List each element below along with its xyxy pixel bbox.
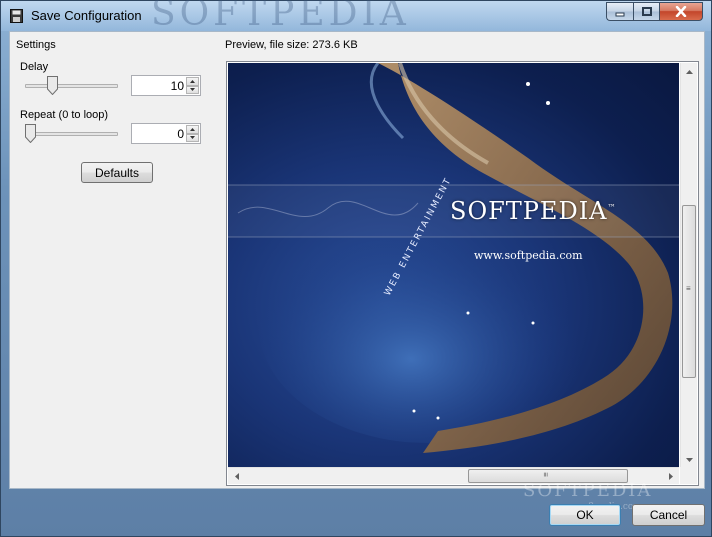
delay-spin-buttons xyxy=(186,77,199,94)
repeat-increment-button[interactable] xyxy=(186,125,199,134)
grip-icon: ≡ xyxy=(686,284,691,293)
minimize-button[interactable] xyxy=(606,2,633,21)
repeat-label: Repeat (0 to loop) xyxy=(20,109,109,121)
delay-slider-thumb[interactable] xyxy=(47,76,58,95)
settings-group-label: Settings xyxy=(16,39,56,51)
minimize-icon xyxy=(615,12,625,16)
close-icon xyxy=(675,6,687,17)
chevron-up-icon xyxy=(190,127,195,131)
title-bar[interactable]: SOFTPEDIA Save Configuration xyxy=(1,0,711,34)
cancel-button[interactable]: Cancel xyxy=(632,504,705,526)
close-button[interactable] xyxy=(659,2,703,21)
arrow-down-icon xyxy=(686,457,693,462)
repeat-slider-track xyxy=(25,132,118,136)
floppy-disk-icon xyxy=(10,9,23,23)
delay-label: Delay xyxy=(20,61,49,73)
maximize-button[interactable] xyxy=(633,2,659,21)
scroll-corner xyxy=(680,467,697,484)
repeat-spinbox[interactable]: 0 xyxy=(131,123,201,144)
scroll-up-button[interactable] xyxy=(681,63,698,80)
island-aerial-image xyxy=(228,63,679,453)
delay-slider[interactable] xyxy=(25,76,118,98)
vertical-scrollbar[interactable]: ≡ xyxy=(680,63,697,468)
chevron-down-icon xyxy=(190,136,195,140)
chevron-down-icon xyxy=(190,88,195,92)
softpedia-logo-text: SOFTPEDIA xyxy=(450,197,608,225)
preview-label: Preview, file size: 273.6 KB xyxy=(225,39,358,51)
footer-watermark-text: SOFTPEDIA xyxy=(523,480,653,501)
trademark-mark: ™ xyxy=(607,203,617,212)
preview-panel[interactable]: SOFTPEDIA™ www.softpedia.com WEB ENTERTA… xyxy=(226,61,699,486)
grip-icon: ≡ xyxy=(540,472,550,477)
arrow-right-icon xyxy=(668,473,673,480)
softpedia-url: www.softpedia.com xyxy=(474,249,583,262)
dialog-window: SOFTPEDIA Save Configuration Settings De… xyxy=(0,0,712,537)
repeat-slider[interactable] xyxy=(25,124,118,146)
delay-decrement-button[interactable] xyxy=(186,85,199,94)
delay-spinbox[interactable]: 10 xyxy=(131,75,201,96)
arrow-left-icon xyxy=(234,473,239,480)
scroll-right-button[interactable] xyxy=(662,468,679,485)
repeat-spin-buttons xyxy=(186,125,199,142)
titlebar-watermark: SOFTPEDIA xyxy=(151,0,410,34)
defaults-button[interactable]: Defaults xyxy=(81,162,153,183)
scroll-down-button[interactable] xyxy=(681,451,698,468)
window-title: Save Configuration xyxy=(31,8,142,23)
delay-value[interactable]: 10 xyxy=(171,79,184,93)
caption-buttons xyxy=(606,2,703,21)
delay-slider-track xyxy=(25,84,118,88)
repeat-value[interactable]: 0 xyxy=(177,127,184,141)
repeat-decrement-button[interactable] xyxy=(186,133,199,142)
softpedia-logo: SOFTPEDIA™ xyxy=(450,197,617,225)
scroll-left-button[interactable] xyxy=(228,468,245,485)
repeat-slider-thumb[interactable] xyxy=(25,124,36,143)
maximize-icon xyxy=(641,6,652,16)
arrow-up-icon xyxy=(686,69,693,74)
preview-image: SOFTPEDIA™ www.softpedia.com WEB ENTERTA… xyxy=(228,63,679,468)
ok-button[interactable]: OK xyxy=(549,504,621,526)
vertical-scroll-thumb[interactable]: ≡ xyxy=(682,205,696,378)
delay-increment-button[interactable] xyxy=(186,77,199,86)
chevron-up-icon xyxy=(190,79,195,83)
footer-watermark: SOFTPEDIA www.softpedia.com xyxy=(523,480,653,512)
dialog-client-area: Settings Delay 10 Repeat (0 to loop) 0 D… xyxy=(9,31,705,489)
